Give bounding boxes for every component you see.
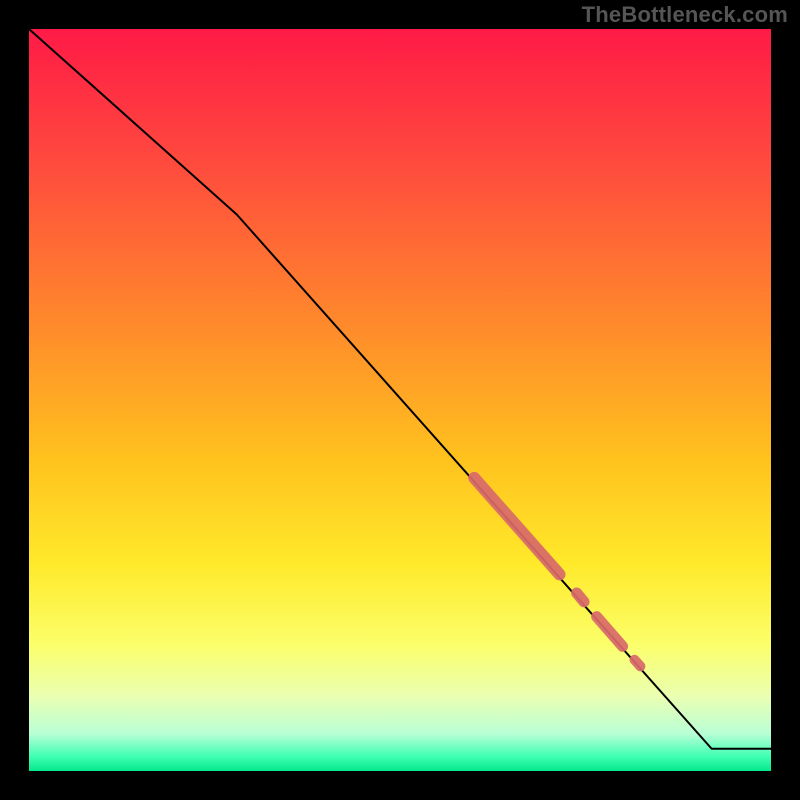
watermark-text: TheBottleneck.com (582, 2, 788, 28)
chart-svg (29, 29, 771, 771)
chart-stage: TheBottleneck.com (0, 0, 800, 800)
